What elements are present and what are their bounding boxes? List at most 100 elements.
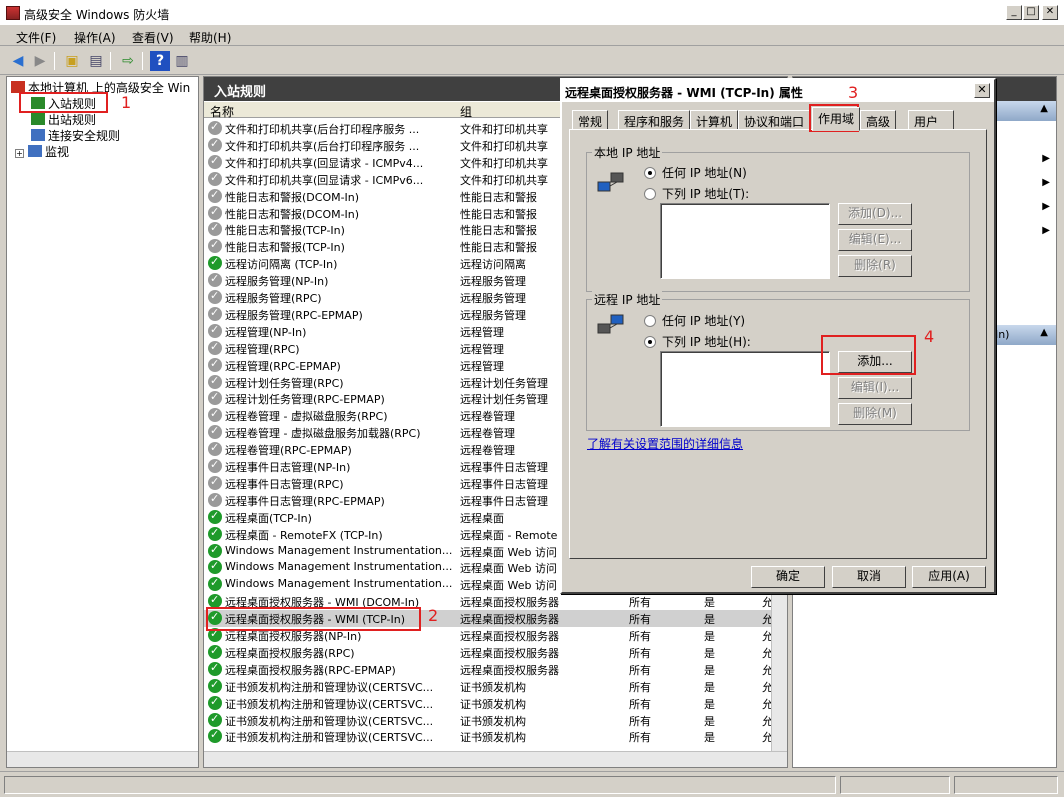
tab-users[interactable]: 用户 bbox=[908, 110, 954, 130]
rule-disabled-icon bbox=[208, 390, 222, 406]
rule-name-cell: 远程卷管理(RPC-EPMAP) bbox=[225, 444, 352, 458]
local-ip-list[interactable] bbox=[660, 203, 830, 279]
tab-scope[interactable]: 作用域 bbox=[812, 107, 861, 131]
rule-name-cell: 远程桌面授权服务器(RPC-EPMAP) bbox=[225, 663, 396, 677]
rule-profile-cell: 所有 bbox=[629, 731, 651, 745]
table-row[interactable]: 远程桌面授权服务器(RPC)远程桌面授权服务器所有是允 bbox=[204, 644, 773, 661]
rule-enabled-icon bbox=[208, 728, 222, 744]
local-edit-button[interactable]: 编辑(E)... bbox=[838, 229, 912, 251]
menu-help[interactable]: 帮助(H) bbox=[189, 29, 231, 46]
rule-profile-cell: 所有 bbox=[629, 680, 651, 694]
table-row[interactable]: 远程桌面授权服务器(RPC-EPMAP)远程桌面授权服务器所有是允 bbox=[204, 661, 773, 678]
rule-name-cell: 证书颁发机构注册和管理协议(CERTSVC... bbox=[225, 714, 434, 728]
rule-name-cell: 远程桌面(TCP-In) bbox=[225, 511, 312, 525]
rule-disabled-icon bbox=[208, 171, 222, 186]
remote-ip-list[interactable] bbox=[660, 351, 830, 427]
properties-icon[interactable]: ▥ bbox=[172, 51, 192, 71]
rule-enabled-icon bbox=[208, 559, 222, 575]
rule-name-cell: 远程访问隔离 (TCP-In) bbox=[225, 258, 338, 272]
collapse-icon[interactable]: ▲ bbox=[1040, 327, 1048, 338]
rule-disabled-icon bbox=[208, 340, 222, 355]
navigation-tree: 本地计算机 上的高级安全 Win 入站规则 出站规则 连接安全规则 + 监视 bbox=[6, 76, 199, 768]
rule-enabled-icon bbox=[208, 678, 222, 693]
ok-button[interactable]: 确定 bbox=[751, 566, 825, 588]
rule-name-cell: Windows Management Instrumentation... bbox=[225, 560, 453, 574]
column-name[interactable]: 名称 bbox=[210, 103, 234, 120]
rule-name-cell: Windows Management Instrumentation... bbox=[225, 577, 453, 591]
rule-enabled-icon bbox=[208, 695, 222, 710]
minimize-button[interactable]: _ bbox=[1006, 5, 1022, 20]
table-row[interactable]: 证书颁发机构注册和管理协议(CERTSVC...证书颁发机构所有是允 bbox=[204, 678, 773, 695]
remote-edit-button[interactable]: 编辑(I)... bbox=[838, 377, 912, 399]
rule-name-cell: 文件和打印机共享(回显请求 - ICMPv6... bbox=[225, 173, 424, 187]
tab-advanced[interactable]: 高级 bbox=[860, 110, 897, 130]
tree-horizontal-scrollbar[interactable] bbox=[7, 751, 198, 767]
rule-disabled-icon bbox=[208, 221, 222, 237]
expand-icon[interactable]: + bbox=[15, 149, 24, 158]
rule-disabled-icon bbox=[208, 137, 222, 152]
remote-these-ip-radio[interactable]: 下列 IP 地址(H): bbox=[644, 333, 751, 350]
rule-name-cell: 远程服务管理(RPC-EPMAP) bbox=[225, 308, 363, 322]
tab-computers[interactable]: 计算机 bbox=[690, 110, 739, 130]
rule-enabled-cell: 是 bbox=[704, 731, 715, 745]
help-icon[interactable]: ? bbox=[150, 51, 170, 71]
maximize-button[interactable]: □ bbox=[1023, 5, 1039, 20]
local-add-button[interactable]: 添加(D)... bbox=[838, 203, 912, 225]
back-icon[interactable]: ◀ bbox=[8, 51, 28, 71]
local-remove-button[interactable]: 删除(R) bbox=[838, 255, 912, 277]
rule-group-cell: 远程桌面授权服务器 bbox=[460, 596, 559, 610]
rule-name-cell: 文件和打印机共享(后台打印程序服务 ... bbox=[225, 139, 420, 153]
rule-name-cell: 远程桌面授权服务器(RPC) bbox=[225, 646, 355, 660]
rule-name-cell: 性能日志和警报(TCP-In) bbox=[225, 241, 345, 255]
rule-name-cell: 远程管理(RPC-EPMAP) bbox=[225, 359, 341, 373]
network-computers-icon bbox=[597, 172, 624, 192]
table-row[interactable]: 证书颁发机构注册和管理协议(CERTSVC...证书颁发机构所有是允 bbox=[204, 695, 773, 712]
collapse-icon[interactable]: ▲ bbox=[1040, 103, 1048, 114]
remote-remove-button[interactable]: 删除(M) bbox=[838, 403, 912, 425]
horizontal-scrollbar[interactable] bbox=[204, 751, 787, 767]
table-row[interactable]: 证书颁发机构注册和管理协议(CERTSVC...证书颁发机构所有是允 bbox=[204, 728, 773, 745]
tab-general[interactable]: 常规 bbox=[572, 110, 609, 130]
show-hide-tree-icon[interactable]: ▤ bbox=[86, 51, 106, 71]
tree-item-monitoring[interactable]: + 监视 bbox=[15, 143, 69, 160]
annotation-label-3: 3 bbox=[848, 83, 859, 102]
remote-any-ip-radio[interactable]: 任何 IP 地址(Y) bbox=[644, 312, 745, 329]
rule-profile-cell: 所有 bbox=[629, 613, 651, 627]
menu-bar: 文件(F) 操作(A) 查看(V) 帮助(H) bbox=[0, 26, 1064, 46]
column-group[interactable]: 组 bbox=[460, 103, 472, 120]
local-any-ip-radio[interactable]: 任何 IP 地址(N) bbox=[644, 164, 747, 181]
rule-enabled-cell: 是 bbox=[704, 663, 715, 677]
menu-action[interactable]: 操作(A) bbox=[74, 29, 116, 46]
rule-name-cell: 证书颁发机构注册和管理协议(CERTSVC... bbox=[225, 680, 434, 694]
export-list-icon[interactable]: ⇨ bbox=[118, 51, 138, 71]
tree-item-outbound-rules[interactable]: 出站规则 bbox=[31, 111, 96, 128]
scope-help-link[interactable]: 了解有关设置范围的详细信息 bbox=[587, 435, 743, 452]
rule-disabled-icon bbox=[208, 357, 222, 372]
rule-disabled-icon bbox=[208, 306, 222, 321]
remote-ip-legend: 远程 IP 地址 bbox=[592, 291, 663, 308]
submenu-arrow-icon: ▶ bbox=[1042, 177, 1050, 188]
rule-name-cell: 远程事件日志管理(RPC-EPMAP) bbox=[225, 494, 385, 508]
rule-profile-cell: 所有 bbox=[629, 714, 651, 728]
close-button[interactable]: ✕ bbox=[1042, 5, 1058, 20]
cancel-button[interactable]: 取消 bbox=[832, 566, 906, 588]
tab-programs-services[interactable]: 程序和服务 bbox=[618, 110, 691, 130]
dialog-close-button[interactable]: ✕ bbox=[974, 83, 990, 98]
rule-name-cell: 证书颁发机构注册和管理协议(CERTSVC... bbox=[225, 697, 434, 711]
forward-icon[interactable]: ▶ bbox=[30, 51, 50, 71]
title-bar: 高级安全 Windows 防火墙 _ □ ✕ bbox=[0, 0, 1064, 26]
apply-button[interactable]: 应用(A) bbox=[912, 566, 986, 588]
table-row[interactable]: 证书颁发机构注册和管理协议(CERTSVC...证书颁发机构所有是允 bbox=[204, 712, 773, 729]
menu-view[interactable]: 查看(V) bbox=[132, 29, 174, 46]
annotation-box-2 bbox=[206, 607, 421, 631]
rule-enabled-cell: 是 bbox=[704, 680, 715, 694]
rule-group-cell: 远程桌面授权服务器 bbox=[460, 663, 559, 677]
annotation-box-1 bbox=[19, 92, 108, 113]
tab-protocols-ports[interactable]: 协议和端口 bbox=[738, 110, 811, 130]
tree-item-connection-security[interactable]: 连接安全规则 bbox=[31, 127, 120, 144]
local-these-ip-radio[interactable]: 下列 IP 地址(T): bbox=[644, 185, 749, 202]
menu-file[interactable]: 文件(F) bbox=[16, 29, 56, 46]
up-folder-icon[interactable]: ▣ bbox=[62, 51, 82, 71]
annotation-label-1: 1 bbox=[121, 93, 132, 112]
dialog-title: 远程桌面授权服务器 - WMI (TCP-In) 属性 bbox=[565, 86, 803, 100]
